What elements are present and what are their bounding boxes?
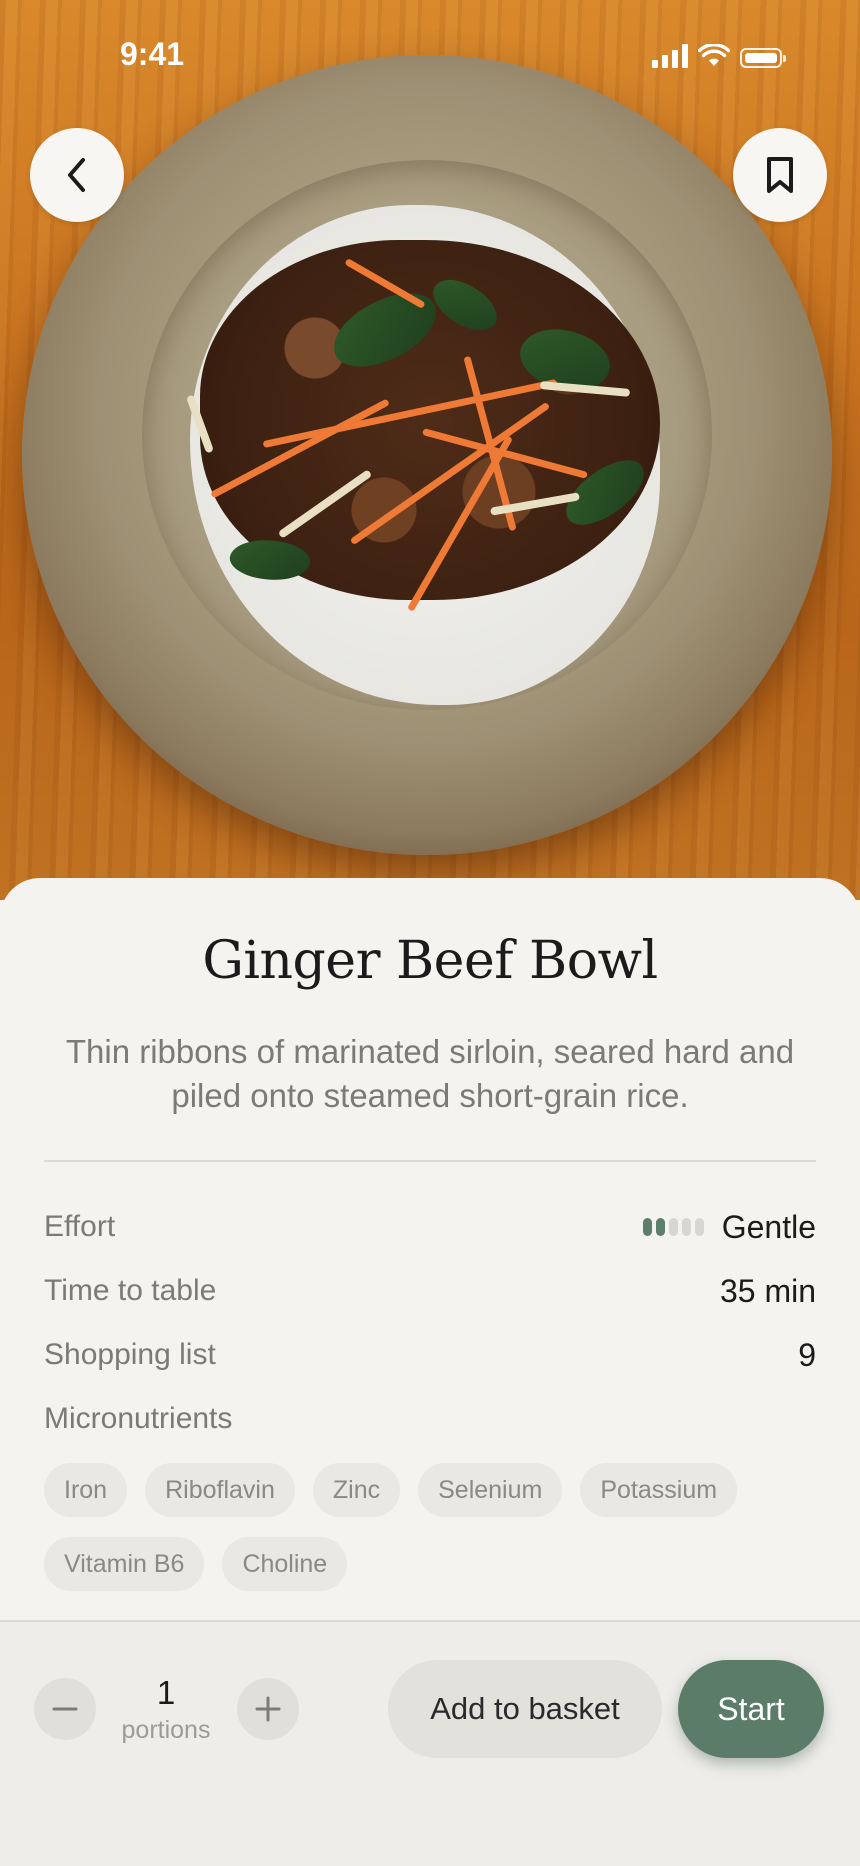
start-button[interactable]: Start [678, 1660, 824, 1758]
micronutrient-chip: Potassium [580, 1463, 738, 1517]
chevron-left-icon [68, 158, 85, 192]
shopping-list-label: Shopping list [44, 1338, 216, 1371]
portions-count: 1 [156, 1674, 176, 1711]
status-time: 9:41 [120, 36, 185, 72]
effort-bar [668, 1218, 678, 1236]
wifi-icon [698, 44, 730, 66]
status-icons [652, 44, 786, 68]
plus-icon [255, 1696, 281, 1722]
time-label: Time to table [44, 1274, 217, 1307]
bottom-action-bar: 1 portions Add to basket Start [0, 1620, 860, 1866]
effort-bar [642, 1218, 652, 1236]
effort-label: Effort [44, 1210, 116, 1243]
micronutrient-chip: Iron [44, 1463, 128, 1517]
add-to-basket-button[interactable]: Add to basket [388, 1660, 662, 1758]
cellular-signal-icon [652, 44, 688, 68]
shopping-list-count: 9 [798, 1336, 816, 1373]
micronutrient-chip: Vitamin B6 [44, 1537, 205, 1591]
portions-label: portions [121, 1716, 211, 1744]
micronutrient-chip: Choline [222, 1537, 348, 1591]
increase-portions-button[interactable] [237, 1678, 299, 1740]
effort-row: Effort Gentle [44, 1202, 816, 1252]
minus-icon [52, 1707, 78, 1711]
recipe-sheet: Ginger Beef Bowl Thin ribbons of marinat… [0, 878, 860, 1620]
effort-bar [681, 1218, 691, 1236]
effort-level-indicator [642, 1218, 704, 1236]
effort-bar [694, 1218, 704, 1236]
micronutrients-label: Micronutrients [44, 1402, 233, 1435]
micronutrient-chip: Selenium [418, 1463, 563, 1517]
effort-value-group: Gentle [642, 1208, 816, 1246]
effort-bar [655, 1218, 665, 1236]
bookmark-icon [767, 157, 793, 193]
micronutrient-chips: Iron Riboflavin Zinc Selenium Potassium … [44, 1463, 834, 1591]
time-row: Time to table 35 min [44, 1266, 816, 1316]
shopping-list-row[interactable]: Shopping list 9 [44, 1330, 816, 1380]
micronutrients-row: Micronutrients [44, 1394, 816, 1444]
decrease-portions-button[interactable] [34, 1678, 96, 1740]
battery-icon [740, 48, 786, 68]
back-button[interactable] [30, 128, 124, 222]
micronutrient-chip: Riboflavin [145, 1463, 295, 1517]
divider [44, 1160, 816, 1162]
recipe-title: Ginger Beef Bowl [202, 931, 658, 991]
micronutrient-chip: Zinc [312, 1463, 401, 1517]
time-value: 35 min [719, 1272, 816, 1309]
bookmark-button[interactable] [733, 128, 827, 222]
effort-value: Gentle [721, 1208, 816, 1245]
recipe-description: Thin ribbons of marinated sirloin, seare… [65, 1033, 795, 1114]
hero-image [0, 0, 860, 900]
